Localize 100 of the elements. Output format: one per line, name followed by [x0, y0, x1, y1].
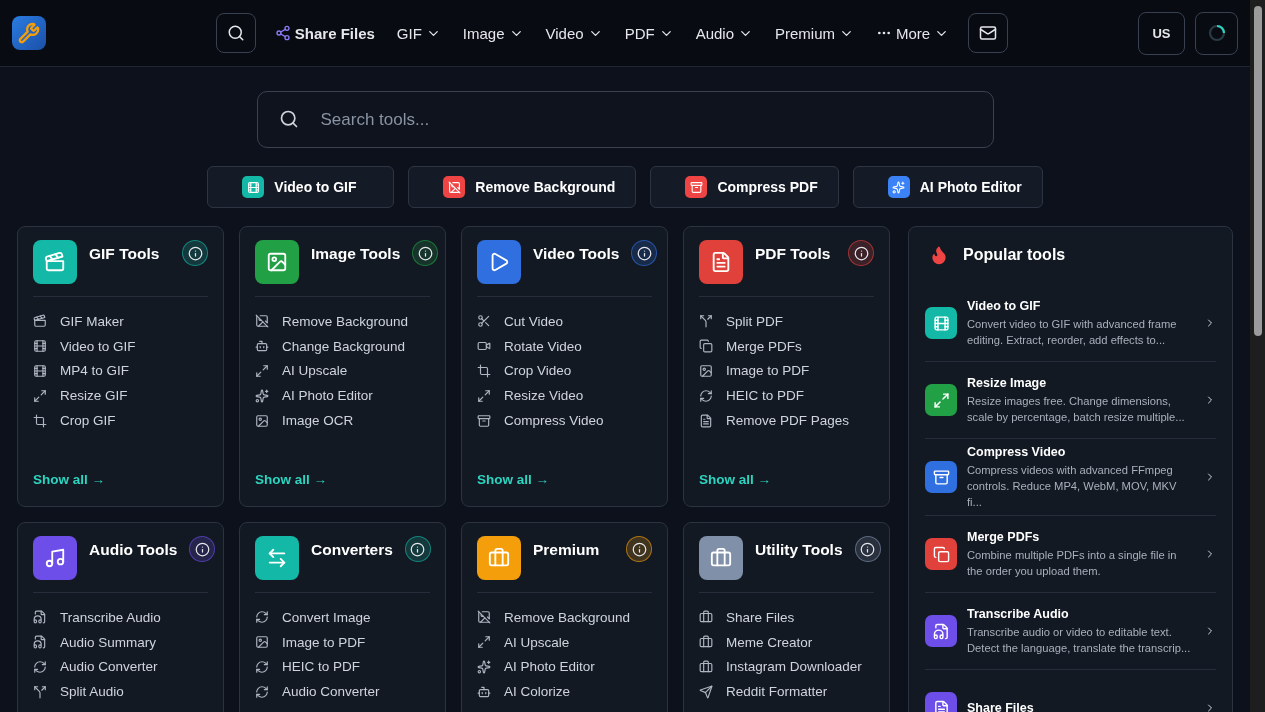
quick-action-button[interactable]: Video to GIF: [207, 166, 395, 208]
tool-link[interactable]: Transcribe Audio: [33, 605, 208, 630]
info-button[interactable]: [631, 240, 658, 266]
tool-link[interactable]: Audio Summary: [33, 629, 208, 655]
nav-link[interactable]: Premium: [766, 18, 863, 48]
nav-link[interactable]: Audio: [686, 18, 762, 48]
tool-link[interactable]: Audio Converter: [33, 654, 208, 680]
tool-icon: [699, 314, 713, 329]
tool-link[interactable]: HEIC to PDF: [699, 383, 874, 409]
nav-link[interactable]: Image: [453, 18, 533, 48]
nav-link[interactable]: Video: [536, 18, 612, 48]
popular-tool-item[interactable]: Compress Video Compress videos with advanced FFmpeg controls. Reduce MP4, WebM, MOV, MKV fi...: [925, 439, 1216, 516]
search-button[interactable]: [215, 13, 256, 53]
tool-link[interactable]: AI Colorize: [477, 679, 652, 705]
show-all-link[interactable]: Show all →: [255, 472, 430, 487]
tool-link[interactable]: Reddit Formatter: [699, 679, 874, 705]
tool-link[interactable]: AI Upscale: [477, 629, 652, 655]
nav-link[interactable]: PDF: [615, 18, 683, 48]
tool-icon: [255, 364, 269, 378]
tool-link[interactable]: MP4 to GIF: [33, 358, 208, 384]
card-title: Image Tools: [311, 244, 401, 263]
info-button[interactable]: [848, 240, 874, 266]
tool-link[interactable]: Crop Video: [477, 358, 652, 384]
tool-link[interactable]: Crop GIF: [33, 408, 208, 433]
info-button[interactable]: [412, 240, 439, 266]
tool-icon: [33, 610, 47, 625]
info-button[interactable]: [182, 240, 208, 266]
quick-action-button[interactable]: AI Photo Editor: [852, 166, 1043, 208]
tool-description: Combine multiple PDFs into a single file in the order you upload them.: [967, 547, 1178, 579]
quick-action-button[interactable]: Remove Background: [408, 166, 637, 208]
tool-link[interactable]: Video to GIF: [33, 333, 208, 359]
tool-link[interactable]: AI Photo Editor: [477, 654, 652, 680]
popular-tool-item[interactable]: Share Files: [925, 670, 1216, 712]
nav-link[interactable]: Share Files: [265, 18, 384, 48]
info-button[interactable]: [404, 536, 431, 562]
info-icon: [410, 541, 426, 557]
panel-title: Popular tools: [963, 246, 1066, 264]
info-button[interactable]: [626, 536, 652, 562]
info-button[interactable]: [189, 536, 216, 562]
show-all-link[interactable]: Show all →: [477, 472, 652, 487]
tool-link[interactable]: Compress Video: [477, 408, 652, 433]
tool-icon: [699, 684, 713, 699]
popular-tool-item[interactable]: Transcribe Audio Transcribe audio or video to editable text. Detect the language, translate the transcrip...: [925, 593, 1216, 670]
tool-icon: [255, 388, 269, 403]
scrollbar[interactable]: [1250, 0, 1265, 712]
tool-link[interactable]: Image to PDF: [255, 629, 430, 655]
tool-link[interactable]: Split PDF: [699, 309, 874, 334]
card-title: Audio Tools: [89, 540, 178, 559]
show-all-link[interactable]: Show all →: [33, 472, 208, 487]
show-all-link[interactable]: Show all →: [699, 472, 874, 487]
tool-link[interactable]: Audio Converter: [255, 679, 430, 705]
tool-link[interactable]: GIF Maker: [33, 309, 208, 334]
nav-link[interactable]: GIF: [387, 18, 450, 48]
tool-title: Video to GIF: [967, 298, 1042, 313]
tool-icon: [255, 684, 269, 699]
tool-title: Compress Video: [967, 444, 1067, 459]
tool-link[interactable]: Image OCR: [255, 408, 430, 433]
tool-icon: [255, 635, 269, 650]
popular-tool-item[interactable]: Resize Image Resize images free. Change dimensions, scale by percentage, batch resize multiple...: [925, 362, 1216, 439]
tool-link[interactable]: Resize GIF: [33, 383, 208, 409]
tool-link[interactable]: Meme Creator: [699, 629, 874, 655]
mail-button[interactable]: [968, 13, 1009, 53]
tool-link[interactable]: Cut Video: [477, 309, 652, 334]
tool-link[interactable]: Remove PDF Pages: [699, 408, 874, 433]
popular-tool-item[interactable]: Video to GIF Convert video to GIF with advanced frame editing. Extract, reorder, add effects to...: [925, 285, 1216, 362]
tool-icon: [477, 413, 491, 428]
logo-icon[interactable]: [12, 16, 46, 50]
tool-link[interactable]: Change Background: [255, 333, 430, 359]
tool-link[interactable]: AI Photo Editor: [255, 383, 430, 409]
tool-link[interactable]: Remove Background: [255, 309, 430, 334]
tool-link[interactable]: Rotate Video: [477, 333, 652, 359]
share-icon: [274, 25, 291, 41]
info-icon: [417, 245, 433, 261]
tool-link[interactable]: Resize Video: [477, 383, 652, 409]
tool-icon: [699, 635, 713, 650]
tool-icon: [33, 635, 47, 650]
tool-link[interactable]: Split Audio: [33, 679, 208, 705]
info-icon: [187, 245, 203, 261]
quick-action-button[interactable]: Compress PDF: [650, 166, 839, 208]
info-icon: [853, 245, 869, 261]
tool-icon: [255, 660, 269, 674]
search-field[interactable]: Search tools...: [256, 91, 994, 148]
info-icon: [860, 541, 876, 557]
tool-link[interactable]: Convert Image: [255, 605, 430, 630]
tool-link[interactable]: Merge PDFs: [699, 333, 874, 359]
tool-title: Share Files: [967, 701, 1035, 712]
info-icon: [636, 245, 652, 261]
tool-link[interactable]: Instagram Downloader: [699, 654, 874, 680]
tool-link[interactable]: Share Files: [699, 605, 874, 630]
tool-link[interactable]: HEIC to PDF: [255, 654, 430, 680]
tool-link[interactable]: AI Upscale: [255, 358, 430, 384]
region-button[interactable]: US: [1138, 11, 1185, 55]
info-button[interactable]: [854, 536, 881, 562]
nav-link[interactable]: More: [867, 18, 959, 48]
popular-tool-item[interactable]: Merge PDFs Combine multiple PDFs into a single file in the order you upload them.: [925, 516, 1216, 593]
info-icon: [631, 541, 647, 557]
tool-link[interactable]: Image to PDF: [699, 358, 874, 384]
card-title: Premium: [533, 540, 601, 559]
search-icon: [278, 109, 299, 129]
tool-link[interactable]: Remove Background: [477, 605, 652, 630]
